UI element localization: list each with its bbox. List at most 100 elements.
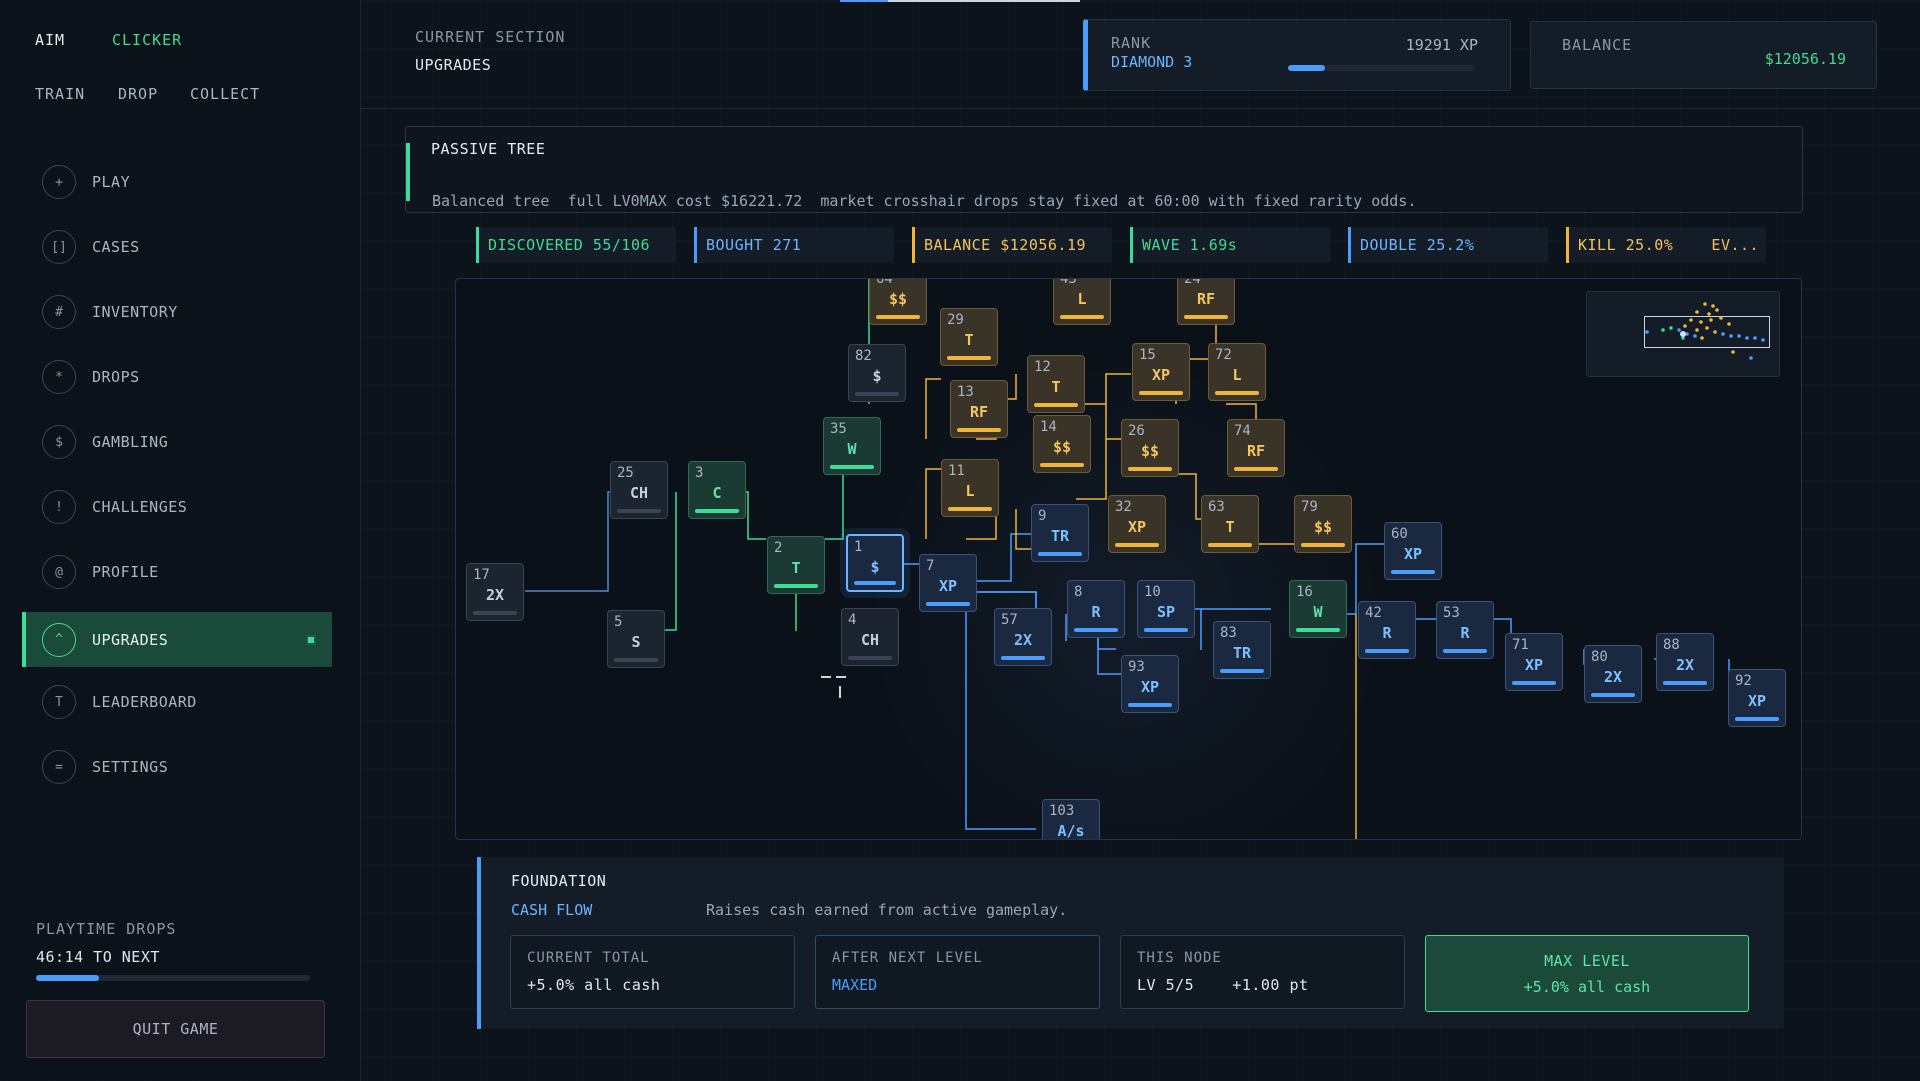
node-code: R [1460,624,1470,642]
mode-train[interactable]: TRAIN [35,85,85,103]
mode-collect[interactable]: COLLECT [190,85,260,103]
nav-item-cases[interactable]: [] CASES [22,219,332,275]
upgrade-tier: FOUNDATION [511,872,607,890]
upgrade-name: CASH FLOW [511,901,593,919]
node-code: W [847,440,857,458]
tree-node-60[interactable]: 60 XP [1384,522,1442,580]
node-level-bar [695,509,739,513]
tree-node-82[interactable]: 82 $ [848,344,906,402]
node-level-bar [1144,628,1188,632]
passive-tree[interactable]: 64 $$ 29 T 43 L 24 RF 82 $ 12 T 15 XP 72 L 13 RF 35 W 14 $$ 26… [455,278,1802,840]
tree-node-3[interactable]: 3C [688,461,746,519]
node-code: 2X [1603,668,1623,686]
tree-node-13[interactable]: 13 RF [950,380,1008,438]
nav-item-challenges[interactable]: ! CHALLENGES [22,479,332,535]
node-number: 92 [1735,673,1752,689]
nav-item-gambling[interactable]: $ GAMBLING [22,414,332,470]
tree-node-93[interactable]: 93 XP [1121,655,1179,713]
max-level-button[interactable]: MAX LEVEL +5.0% all cash [1425,935,1749,1012]
tree-node-35[interactable]: 35 W [823,417,881,475]
tree-node-53[interactable]: 53 R [1436,601,1494,659]
crosshair-bottom [839,686,841,698]
tree-node-24[interactable]: 24 RF [1177,279,1235,325]
tree-minimap[interactable] [1586,291,1780,377]
this-node-card: THIS NODE LV 5/5 +1.00 pt [1120,935,1405,1009]
tree-node-2[interactable]: 2T [767,536,825,594]
node-level-bar [855,392,899,396]
tree-node-9[interactable]: 9 TR [1031,504,1089,562]
mode-drop[interactable]: DROP [118,85,158,103]
tree-node-26[interactable]: 26 $$ [1121,419,1179,477]
tree-node-43[interactable]: 43 L [1053,279,1111,325]
node-level-bar [848,656,892,660]
stat-balance: BALANCE $12056.19 [912,227,1112,263]
node-code: $ [872,367,882,385]
tree-node-42[interactable]: 42 R [1358,601,1416,659]
active-indicator [306,634,316,645]
tree-title: PASSIVE TREE [431,140,546,158]
nav-item-leaderboard[interactable]: T LEADERBOARD [22,674,332,730]
tree-node-10[interactable]: 10 SP [1137,580,1195,638]
tree-node-5[interactable]: 5S [607,610,665,668]
challenges-icon: ! [42,490,76,524]
mode-clicker[interactable]: CLICKER [112,31,182,49]
nav-item-profile[interactable]: @ PROFILE [22,544,332,600]
quit-game-button[interactable]: QUIT GAME [26,1000,325,1058]
node-code: R [1091,603,1101,621]
node-number: 88 [1663,637,1680,653]
tree-node-32[interactable]: 32 XP [1108,495,1166,553]
node-code: L [1077,290,1087,308]
node-level-bar [948,507,992,511]
tree-node-14[interactable]: 14 $$ [1033,415,1091,473]
rank-label: RANK [1111,34,1152,52]
node-level-bar [617,509,661,513]
node-level-bar [854,581,896,585]
tree-node-16[interactable]: 16 W [1289,580,1347,638]
tree-node-12[interactable]: 12 T [1027,355,1085,413]
node-level-bar [1038,552,1082,556]
nav-label: SETTINGS [92,758,169,776]
tree-node-88[interactable]: 88 2X [1656,633,1714,691]
tree-node-1[interactable]: 1 $ [846,534,904,592]
rank-progress [1288,65,1474,71]
balance-value: $12056.19 [1764,50,1846,68]
tree-node-80[interactable]: 80 2X [1584,645,1642,703]
sidebar: AIM CLICKER TRAIN DROP COLLECT + PLAY [] C… [0,0,361,1080]
playtime-label: PLAYTIME DROPS [36,920,177,938]
nav-item-play[interactable]: + PLAY [22,154,332,210]
tree-node-71[interactable]: 71 XP [1505,633,1563,691]
tree-node-7[interactable]: 7 XP [919,554,977,612]
crosshair-left [821,676,831,678]
nav-item-upgrades[interactable]: ^ UPGRADES [22,612,332,667]
nav-item-drops[interactable]: * DROPS [22,349,332,405]
minimap-dots [1645,302,1765,360]
tree-node-79[interactable]: 79 $$ [1294,495,1352,553]
tree-node-103[interactable]: 103 A/s [1042,799,1100,839]
tree-node-25[interactable]: 25 CH [610,461,668,519]
tree-node-17[interactable]: 17 2X [466,563,524,621]
tree-node-29[interactable]: 29 T [940,308,998,366]
node-number: 4 [848,612,857,628]
tree-header: PASSIVE TREE Balanced tree full LV0MAX c… [405,126,1803,213]
node-number: 8 [1074,584,1083,600]
node-number: 79 [1301,499,1318,515]
nav-item-settings[interactable]: = SETTINGS [22,739,332,795]
tree-node-83[interactable]: 83 TR [1213,621,1271,679]
tree-node-11[interactable]: 11 L [941,459,999,517]
tree-node-57[interactable]: 57 2X [994,608,1052,666]
node-number: 5 [614,614,623,630]
mode-aim[interactable]: AIM [35,31,65,49]
tree-node-92[interactable]: 92 XP [1728,669,1786,727]
tree-node-72[interactable]: 72 L [1208,343,1266,401]
tree-node-4[interactable]: 4 CH [841,608,899,666]
tree-node-15[interactable]: 15 XP [1132,343,1190,401]
node-level-bar [1591,693,1635,697]
node-level-bar [1234,467,1278,471]
node-code: 2X [1013,631,1033,649]
tree-node-63[interactable]: 63 T [1201,495,1259,553]
tree-node-64[interactable]: 64 $$ [869,279,927,325]
node-code: TR [1050,527,1070,545]
tree-node-8[interactable]: 8R [1067,580,1125,638]
tree-node-74[interactable]: 74 RF [1227,419,1285,477]
nav-item-inventory[interactable]: # INVENTORY [22,284,332,340]
